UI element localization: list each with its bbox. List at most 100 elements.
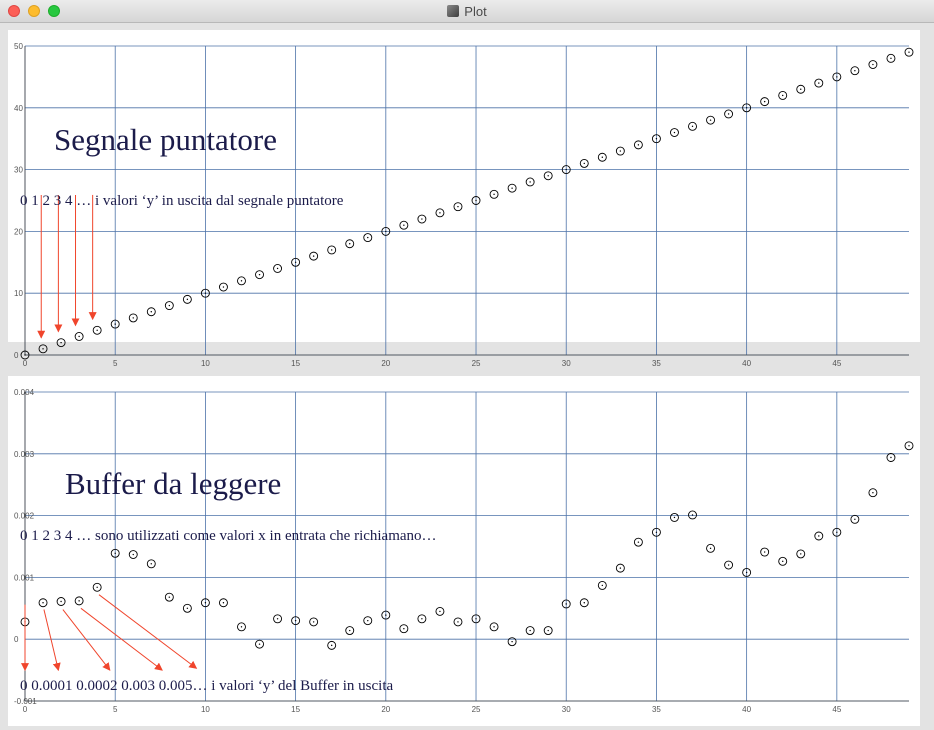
data-point-center <box>745 107 748 109</box>
data-point-center <box>222 602 225 604</box>
data-point-center <box>763 100 766 103</box>
data-point-center <box>367 619 369 622</box>
data-point-center <box>872 63 874 66</box>
data-point-center <box>276 618 279 620</box>
data-point-center <box>547 629 549 632</box>
data-point-center <box>854 518 856 521</box>
data-point-center <box>204 292 207 294</box>
data-point-center <box>908 51 910 53</box>
y-tick-label: 0 <box>14 351 19 360</box>
data-point-center <box>601 584 604 587</box>
data-point-center <box>619 150 622 152</box>
x-tick-label: 35 <box>652 705 661 714</box>
data-point-center <box>114 552 116 554</box>
data-point-center <box>782 94 784 97</box>
data-point-center <box>150 311 152 313</box>
data-point-center <box>529 181 531 183</box>
data-point-center <box>457 621 459 623</box>
data-point-center <box>727 564 730 566</box>
data-point-center <box>439 212 441 214</box>
data-point-center <box>872 492 874 494</box>
data-point-center <box>673 131 676 134</box>
data-point-center <box>421 218 423 220</box>
data-point-center <box>637 541 640 543</box>
data-point-center <box>385 614 387 616</box>
x-tick-label: 10 <box>201 359 210 368</box>
data-point-center <box>96 586 98 588</box>
x-tick-label: 40 <box>742 705 751 714</box>
data-point-center <box>204 602 207 604</box>
data-point-center <box>601 156 604 158</box>
y-tick-label: 10 <box>14 289 23 298</box>
y-tick-label: 30 <box>14 166 23 175</box>
data-point-center <box>655 531 658 533</box>
y-tick-label: 50 <box>14 42 23 51</box>
data-point-center <box>727 113 730 115</box>
data-point-center <box>745 571 748 574</box>
data-point-center <box>818 535 820 537</box>
annotation-line-1: 0 1 2 3 4 … sono utilizzati come valori … <box>20 528 437 544</box>
data-point-center <box>186 298 189 301</box>
data-point-center <box>96 329 98 331</box>
x-tick-label: 30 <box>562 359 571 368</box>
data-point-center <box>258 643 261 645</box>
x-tick-label: 35 <box>652 359 661 368</box>
y-tick-label: 0.002 <box>14 512 35 521</box>
data-point-center <box>42 602 44 604</box>
data-point-center <box>691 514 694 516</box>
data-point-center <box>186 607 189 609</box>
plot-pane <box>8 376 920 726</box>
data-point-center <box>312 255 315 257</box>
data-point-center <box>547 175 549 177</box>
data-point-center <box>60 341 62 344</box>
x-tick-label: 15 <box>291 705 300 714</box>
data-point-center <box>583 602 585 604</box>
data-point-center <box>475 199 477 202</box>
y-tick-label: 0.004 <box>14 388 35 397</box>
data-point-center <box>890 57 892 60</box>
data-point-center <box>565 603 567 605</box>
data-point-center <box>637 144 640 146</box>
data-point-center <box>349 243 351 245</box>
x-tick-label: 0 <box>23 705 28 714</box>
data-point-center <box>908 445 910 447</box>
x-tick-label: 20 <box>381 705 390 714</box>
data-point-center <box>763 551 766 553</box>
data-point-center <box>782 560 784 563</box>
y-tick-label: -0.001 <box>14 697 37 706</box>
data-point-center <box>890 456 892 459</box>
data-point-center <box>42 348 44 350</box>
data-point-center <box>655 138 658 140</box>
chart-panel-2: 0 5 10 15 20 25 30 35 40 45-0.00100.0010.0020.003… <box>8 376 920 726</box>
data-point-center <box>403 224 405 226</box>
data-point-center <box>276 267 279 270</box>
x-tick-label: 0 <box>23 359 28 368</box>
data-point-center <box>132 553 134 556</box>
data-point-center <box>421 618 423 620</box>
data-point-center <box>493 193 495 196</box>
y-tick-label: 0 <box>14 635 19 644</box>
data-point-center <box>511 187 513 189</box>
data-point-center <box>836 76 838 78</box>
data-point-center <box>78 335 80 338</box>
data-point-center <box>168 304 171 307</box>
y-tick-label: 40 <box>14 104 23 113</box>
chart-panel-1: 0 5 10 15 20 25 30 35 40 45 0 10 20 30 40 50 Segnale pun… <box>8 30 920 368</box>
x-tick-label: 20 <box>381 359 390 368</box>
data-point-center <box>294 619 297 622</box>
data-point-center <box>800 88 802 90</box>
data-point-center <box>294 261 297 263</box>
data-point-center <box>403 627 405 630</box>
data-point-center <box>475 618 477 620</box>
x-tick-label: 45 <box>832 705 841 714</box>
x-tick-label: 25 <box>472 359 481 368</box>
data-point-center <box>818 82 820 84</box>
data-point-center <box>457 205 459 208</box>
data-point-center <box>78 600 80 602</box>
y-tick-label: 0.003 <box>14 450 35 459</box>
data-point-center <box>150 563 152 565</box>
x-tick-label: 40 <box>742 359 751 368</box>
data-point-center <box>709 119 712 121</box>
plot-window: Plot 0 5 10 15 20 25 30 35 40 45 0 10 20 30 40 50 Segnal… <box>0 0 934 730</box>
x-tick-label: 25 <box>472 705 481 714</box>
